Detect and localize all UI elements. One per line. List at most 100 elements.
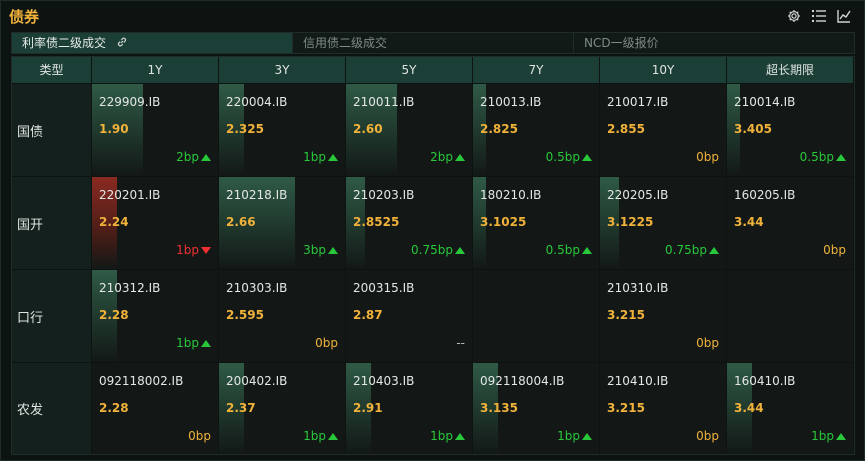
bond-code: 180210.IB bbox=[480, 188, 542, 202]
bond-cell[interactable]: 210410.IB 3.215 0bp bbox=[600, 362, 727, 454]
bond-cell bbox=[473, 269, 600, 362]
bond-change: 1bp bbox=[811, 429, 846, 443]
bond-change: 1bp bbox=[176, 336, 211, 350]
bond-yield: 2.87 bbox=[353, 308, 383, 322]
list-icon[interactable] bbox=[811, 8, 827, 24]
bond-cell[interactable]: 160205.IB 3.44 0bp bbox=[727, 176, 854, 269]
bond-change: 1bp bbox=[557, 429, 592, 443]
bond-change: 0bp bbox=[823, 243, 846, 257]
bond-yield: 3.215 bbox=[607, 401, 645, 415]
bond-yield: 2.91 bbox=[353, 401, 383, 415]
bond-cell bbox=[727, 269, 854, 362]
link-icon[interactable] bbox=[116, 34, 128, 54]
bond-code: 229909.IB bbox=[99, 95, 161, 109]
bond-code: 210218.IB bbox=[226, 188, 288, 202]
bond-cell[interactable]: 210013.IB 2.825 0.5bp bbox=[473, 83, 600, 176]
change-value: 3bp bbox=[303, 243, 326, 257]
bond-cell[interactable]: 210203.IB 2.8525 0.75bp bbox=[346, 176, 473, 269]
bond-code: 220205.IB bbox=[607, 188, 669, 202]
change-value: 0bp bbox=[823, 243, 846, 257]
bond-change: 0.75bp bbox=[665, 243, 719, 257]
tab-bar: 利率债二级成交 信用债二级成交 NCD一级报价 bbox=[11, 32, 855, 54]
bond-change: 0.5bp bbox=[546, 243, 592, 257]
bond-change: 1bp bbox=[176, 243, 211, 257]
bond-cell[interactable]: 220201.IB 2.24 1bp bbox=[92, 176, 219, 269]
bond-change: 0bp bbox=[696, 336, 719, 350]
bond-change: 0bp bbox=[696, 150, 719, 164]
bond-yield: 2.37 bbox=[226, 401, 256, 415]
bond-code: 210410.IB bbox=[607, 374, 669, 388]
bond-change: 0bp bbox=[696, 429, 719, 443]
header-type: 类型 bbox=[12, 57, 92, 83]
tab-label: 利率债二级成交 bbox=[22, 36, 107, 50]
header-col-1Y: 1Y bbox=[92, 57, 219, 83]
bond-cell[interactable]: 180210.IB 3.1025 0.5bp bbox=[473, 176, 600, 269]
arrow-up-icon bbox=[836, 432, 846, 440]
bond-change: 0bp bbox=[188, 429, 211, 443]
gear-icon[interactable] bbox=[786, 8, 802, 24]
bond-code: 210303.IB bbox=[226, 281, 288, 295]
bond-change: 2bp bbox=[176, 150, 211, 164]
bond-cell[interactable]: 160410.IB 3.44 1bp bbox=[727, 362, 854, 454]
tab-rates-secondary[interactable]: 利率债二级成交 bbox=[12, 33, 293, 53]
bond-cell[interactable]: 210310.IB 3.215 0bp bbox=[600, 269, 727, 362]
bond-cell[interactable]: 092118004.IB 3.135 1bp bbox=[473, 362, 600, 454]
bond-cell[interactable]: 210218.IB 2.66 3bp bbox=[219, 176, 346, 269]
bond-yield: 3.1225 bbox=[607, 215, 654, 229]
change-value: 0bp bbox=[696, 429, 719, 443]
arrow-up-icon bbox=[201, 339, 211, 347]
bond-cell[interactable]: 210017.IB 2.855 0bp bbox=[600, 83, 727, 176]
bond-cell[interactable]: 210303.IB 2.595 0bp bbox=[219, 269, 346, 362]
bond-change: 3bp bbox=[303, 243, 338, 257]
bond-code: 210017.IB bbox=[607, 95, 669, 109]
bond-cell[interactable]: 210403.IB 2.91 1bp bbox=[346, 362, 473, 454]
arrow-up-icon bbox=[582, 153, 592, 161]
bond-yield: 3.135 bbox=[480, 401, 518, 415]
bond-cell[interactable]: 220004.IB 2.325 1bp bbox=[219, 83, 346, 176]
bond-cell[interactable]: 220205.IB 3.1225 0.75bp bbox=[600, 176, 727, 269]
tab-credit-secondary[interactable]: 信用债二级成交 bbox=[293, 33, 574, 53]
change-value: 1bp bbox=[176, 336, 199, 350]
change-value: 0.5bp bbox=[545, 150, 580, 164]
bond-yield: 2.595 bbox=[226, 308, 264, 322]
bond-yield: 3.44 bbox=[734, 215, 764, 229]
arrow-up-icon bbox=[836, 153, 846, 161]
bond-code: 210011.IB bbox=[353, 95, 415, 109]
chart-icon[interactable] bbox=[836, 8, 852, 24]
panel-header: 债券 bbox=[1, 1, 864, 31]
change-value: 1bp bbox=[303, 150, 326, 164]
tab-ncd-primary[interactable]: NCD一级报价 bbox=[574, 33, 854, 53]
bond-code: 160205.IB bbox=[734, 188, 796, 202]
bond-code: 092118004.IB bbox=[480, 374, 565, 388]
bond-cell[interactable]: 229909.IB 1.90 2bp bbox=[92, 83, 219, 176]
bond-code: 200402.IB bbox=[226, 374, 288, 388]
change-value: 0.5bp bbox=[545, 243, 580, 257]
bond-change: 1bp bbox=[430, 429, 465, 443]
change-value: 2bp bbox=[430, 150, 453, 164]
bond-cell[interactable]: 210011.IB 2.60 2bp bbox=[346, 83, 473, 176]
bond-yield: 2.60 bbox=[353, 122, 383, 136]
tab-label: 信用债二级成交 bbox=[303, 36, 388, 50]
change-value: 0.75bp bbox=[411, 243, 453, 257]
bond-change: 0.5bp bbox=[800, 150, 846, 164]
bond-code: 210014.IB bbox=[734, 95, 796, 109]
header-col-3Y: 3Y bbox=[219, 57, 346, 83]
bond-code: 210203.IB bbox=[353, 188, 415, 202]
change-value: 0bp bbox=[188, 429, 211, 443]
bond-yield: 2.855 bbox=[607, 122, 645, 136]
arrow-up-icon bbox=[582, 432, 592, 440]
bond-cell[interactable]: 200402.IB 2.37 1bp bbox=[219, 362, 346, 454]
change-value: 1bp bbox=[557, 429, 580, 443]
bond-cell[interactable]: 200315.IB 2.87 -- bbox=[346, 269, 473, 362]
arrow-up-icon bbox=[455, 153, 465, 161]
bond-cell[interactable]: 092118002.IB 2.28 0bp bbox=[92, 362, 219, 454]
bond-yield: 3.44 bbox=[734, 401, 764, 415]
bond-cell[interactable]: 210312.IB 2.28 1bp bbox=[92, 269, 219, 362]
row-type-label: 口行 bbox=[12, 269, 92, 362]
change-value: 0.75bp bbox=[665, 243, 707, 257]
header-col-超长期限: 超长期限 bbox=[727, 57, 854, 83]
bond-code: 220201.IB bbox=[99, 188, 161, 202]
bond-cell[interactable]: 210014.IB 3.405 0.5bp bbox=[727, 83, 854, 176]
bond-yield: 2.8525 bbox=[353, 215, 400, 229]
arrow-up-icon bbox=[455, 432, 465, 440]
